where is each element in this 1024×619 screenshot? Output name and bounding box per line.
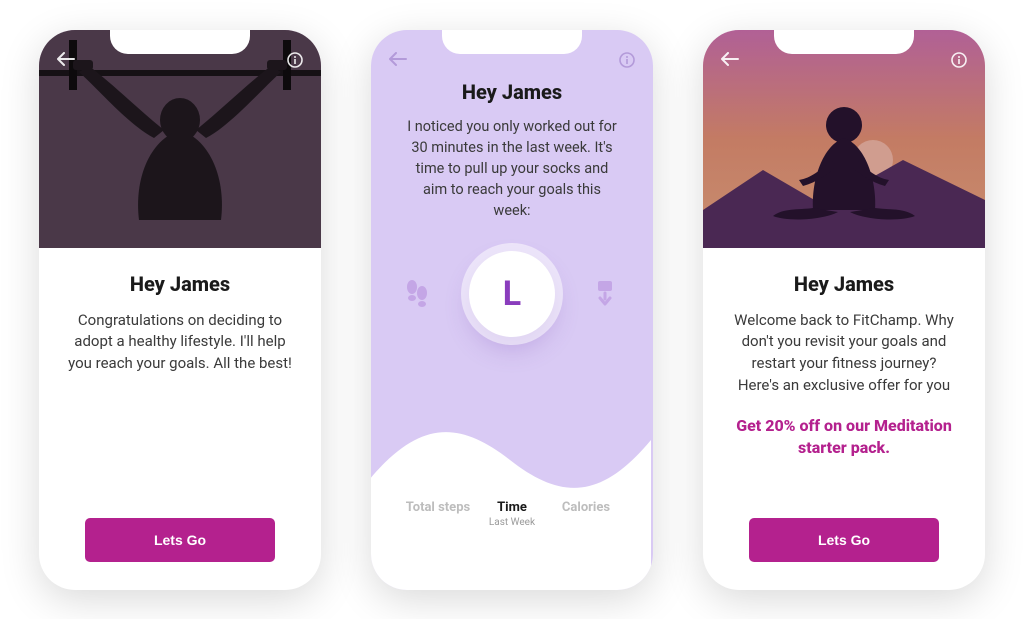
- phone-mockup-onboarding: Hey James Congratulations on deciding to…: [39, 30, 321, 590]
- mockup-stage: Hey James Congratulations on deciding to…: [0, 0, 1024, 619]
- metric-center-bubble[interactable]: L: [469, 251, 555, 337]
- phone-notch: [774, 30, 914, 54]
- metric-label-steps[interactable]: Total steps: [401, 500, 475, 528]
- phone-mockup-progress: Hey James I noticed you only worked out …: [371, 30, 653, 590]
- metric-labels: Total steps Time Last Week Calories: [371, 500, 653, 528]
- metric-label-calories[interactable]: Calories: [549, 500, 623, 528]
- cta-container: Lets Go: [39, 518, 321, 562]
- calories-down-icon: [591, 278, 623, 310]
- back-arrow-icon[interactable]: [721, 52, 739, 66]
- lets-go-button[interactable]: Lets Go: [85, 518, 275, 562]
- back-arrow-icon[interactable]: [57, 52, 75, 66]
- metric-center-letter: L: [503, 274, 521, 314]
- offer-text: Get 20% off on our Meditation starter pa…: [731, 415, 957, 460]
- phone-notch: [110, 30, 250, 54]
- lets-go-button[interactable]: Lets Go: [749, 518, 939, 562]
- body-text: Congratulations on deciding to adopt a h…: [67, 310, 293, 375]
- info-icon[interactable]: [619, 52, 635, 68]
- info-icon[interactable]: [287, 52, 303, 68]
- greeting-title: Hey James: [405, 80, 619, 104]
- back-arrow-icon[interactable]: [389, 52, 407, 66]
- phone-notch: [442, 30, 582, 54]
- metric-label-time[interactable]: Time Last Week: [475, 500, 549, 528]
- greeting-title: Hey James: [731, 272, 957, 296]
- greeting-title: Hey James: [67, 272, 293, 296]
- content-block: Hey James Welcome back to FitChamp. Why …: [703, 248, 985, 460]
- body-text: I noticed you only worked out for 30 min…: [405, 116, 619, 221]
- cta-container: Lets Go: [703, 518, 985, 562]
- metrics-area: L: [371, 231, 653, 421]
- phone-mockup-offer: Hey James Welcome back to FitChamp. Why …: [703, 30, 985, 590]
- content-block: Hey James Congratulations on deciding to…: [39, 248, 321, 375]
- info-icon[interactable]: [951, 52, 967, 68]
- body-text: Welcome back to FitChamp. Why don't you …: [731, 310, 957, 397]
- footsteps-icon: [401, 278, 433, 310]
